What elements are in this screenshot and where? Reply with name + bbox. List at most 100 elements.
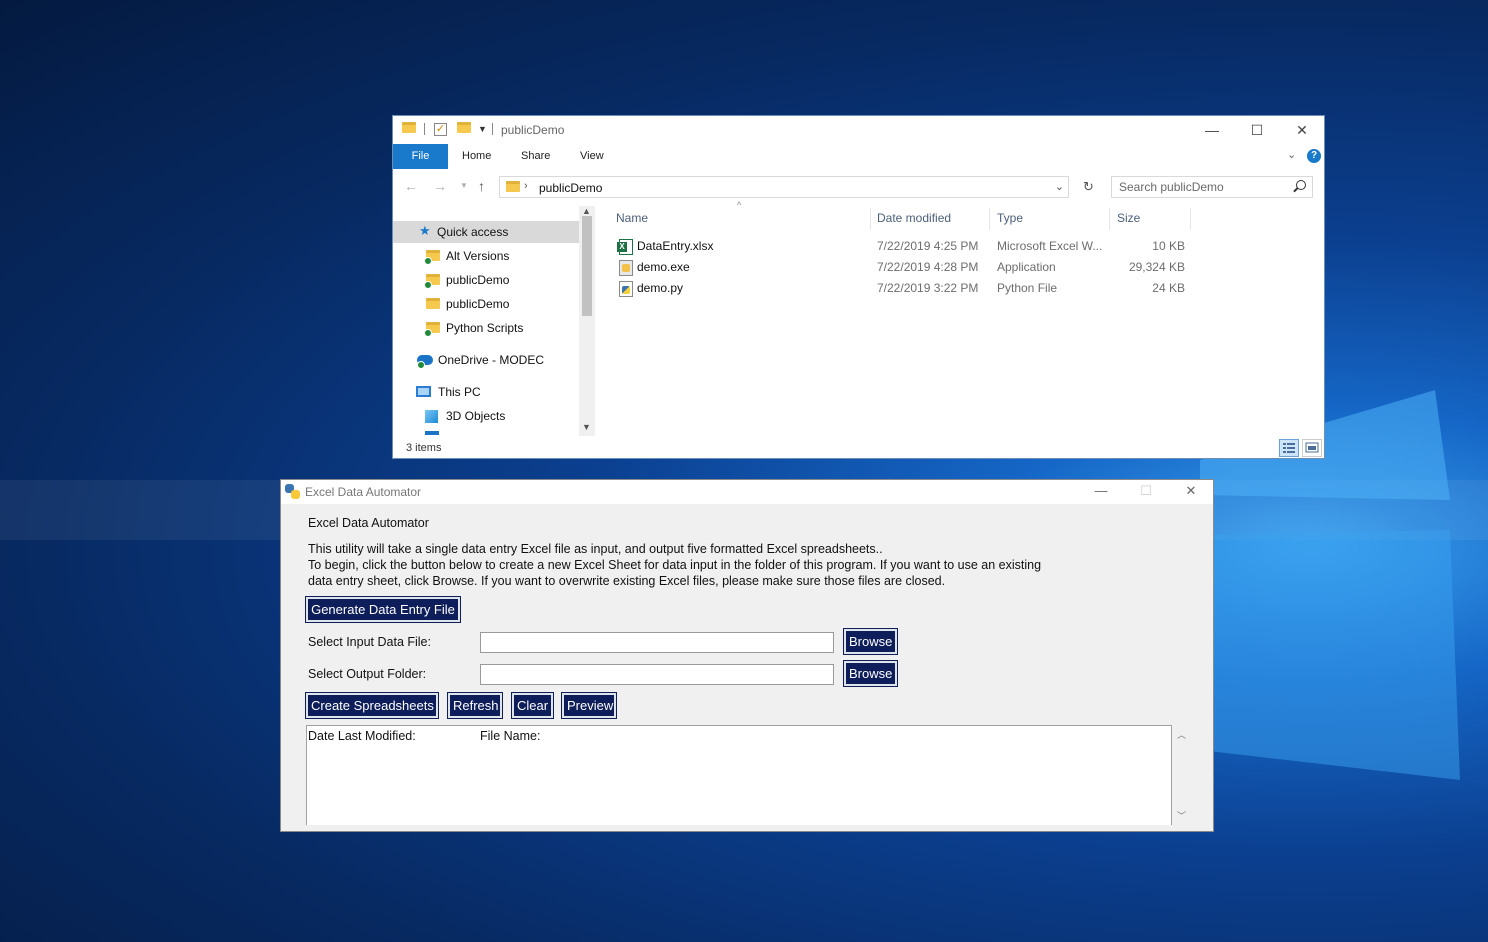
preview-button[interactable]: Preview <box>561 692 617 719</box>
file-explorer-window: ✓ ▼ publicDemo — ☐ ✕ File Home Share Vie… <box>392 115 1325 459</box>
description-line-3: data entry sheet, click Browse. If you w… <box>308 574 946 588</box>
breadcrumb-publicdemo[interactable]: publicDemo <box>539 181 602 195</box>
sidebar-item-quick-access[interactable]: ★ Quick access <box>393 221 579 243</box>
star-icon: ★ <box>419 223 431 238</box>
back-arrow-icon[interactable]: ← <box>404 178 418 194</box>
browse-output-folder-button[interactable]: Browse <box>843 660 898 687</box>
application-icon <box>619 260 633 276</box>
close-button[interactable]: ✕ <box>1168 480 1214 504</box>
tab-share[interactable]: Share <box>521 144 550 169</box>
table-row[interactable]: demo.py 7/22/2019 3:22 PM Python File 24… <box>611 278 1191 298</box>
refresh-button[interactable]: Refresh <box>447 692 503 719</box>
input-file-field[interactable] <box>480 632 834 653</box>
minimize-button[interactable]: — <box>1189 116 1235 144</box>
excel-data-automator-window: Excel Data Automator — ☐ ✕ Excel Data Au… <box>280 479 1214 832</box>
file-size: 10 KB <box>1152 239 1185 253</box>
address-bar[interactable]: › publicDemo ⌄ <box>499 176 1069 198</box>
search-box <box>1111 176 1313 198</box>
properties-checkmark-icon[interactable]: ✓ <box>434 123 447 136</box>
browse-input-file-button[interactable]: Browse <box>843 628 898 655</box>
search-icon[interactable] <box>1296 180 1306 190</box>
scroll-up-arrow-icon[interactable]: ▲ <box>582 206 591 216</box>
customize-toolbar-dropdown-icon[interactable]: ▼ <box>478 124 487 134</box>
navigation-pane: ★ Quick access Alt Versions publicDemo p… <box>393 206 595 436</box>
details-view-icon[interactable] <box>1279 439 1299 457</box>
address-dropdown-icon[interactable]: ⌄ <box>1055 180 1064 193</box>
sidebar-item-publicdemo-2[interactable]: publicDemo <box>393 293 579 315</box>
scrollbar-thumb[interactable] <box>582 216 592 316</box>
tab-view[interactable]: View <box>580 144 604 169</box>
tab-file[interactable]: File <box>393 144 448 169</box>
python-file-icon <box>619 281 633 297</box>
qat-separator <box>492 123 493 135</box>
sync-status-icon <box>417 361 425 369</box>
navigation-scrollbar[interactable]: ▲ ▼ <box>579 206 595 436</box>
sidebar-item-label: OneDrive - MODEC <box>438 353 545 367</box>
column-header-name[interactable]: Name <box>609 208 871 230</box>
help-icon[interactable]: ? <box>1307 149 1321 163</box>
ribbon: File Home Share View ⌄ ? <box>393 144 1324 170</box>
python-logo-icon <box>285 484 300 499</box>
maximize-button[interactable]: ☐ <box>1123 480 1169 504</box>
status-item-count: 3 items <box>406 442 442 454</box>
scroll-up-arrow-icon[interactable]: ︿ <box>1177 728 1186 741</box>
sidebar-item-this-pc[interactable]: This PC <box>393 381 579 403</box>
large-icons-glyph <box>1305 442 1319 453</box>
sync-status-icon <box>424 281 432 289</box>
forward-arrow-icon[interactable]: → <box>433 178 447 194</box>
address-row: ← → ▼ ↑ › publicDemo ⌄ ↻ <box>393 172 1324 202</box>
log-scrollbar[interactable]: ︿ ﹀ <box>1172 725 1190 825</box>
log-header-date: Date Last Modified: <box>308 729 416 743</box>
up-arrow-icon[interactable]: ↑ <box>478 178 485 194</box>
sidebar-item-label: This PC <box>438 385 481 399</box>
scroll-down-arrow-icon[interactable]: ﹀ <box>1177 809 1186 822</box>
file-date-modified: 7/22/2019 3:22 PM <box>877 281 979 295</box>
file-type: Python File <box>997 281 1058 295</box>
tab-home[interactable]: Home <box>462 144 491 169</box>
sidebar-item-python-scripts[interactable]: Python Scripts <box>393 317 579 339</box>
output-folder-label: Select Output Folder: <box>308 667 427 681</box>
qat-separator <box>424 123 425 135</box>
sync-status-icon <box>424 257 432 265</box>
file-log-listbox[interactable]: Date Last Modified: File Name: <box>306 725 1172 825</box>
log-header-file: File Name: <box>480 729 541 743</box>
recent-locations-chevron-icon[interactable]: ▼ <box>460 181 468 190</box>
column-header-size[interactable]: Size <box>1110 208 1191 230</box>
clear-button[interactable]: Clear <box>511 692 554 719</box>
large-icons-view-icon[interactable] <box>1302 439 1322 457</box>
sidebar-item-label: publicDemo <box>446 273 510 287</box>
sidebar-item-label: Python Scripts <box>446 321 524 335</box>
computer-icon <box>416 386 431 397</box>
scroll-down-arrow-icon[interactable]: ▼ <box>582 422 591 432</box>
folder-icon <box>426 298 440 309</box>
file-size: 24 KB <box>1152 281 1185 295</box>
window-title: Excel Data Automator <box>305 485 422 499</box>
create-spreadsheets-button[interactable]: Create Spreadsheets <box>305 692 439 719</box>
search-input[interactable] <box>1113 178 1283 196</box>
new-folder-icon[interactable] <box>457 122 471 133</box>
minimize-button[interactable]: — <box>1078 480 1124 504</box>
sidebar-item-onedrive[interactable]: OneDrive - MODEC <box>393 349 579 371</box>
sidebar-item-label: Alt Versions <box>446 249 510 263</box>
column-header-type[interactable]: Type <box>990 208 1110 230</box>
column-header-date-modified[interactable]: Date modified <box>870 208 990 230</box>
refresh-icon[interactable]: ↻ <box>1083 179 1094 195</box>
excel-icon <box>617 239 633 255</box>
maximize-button[interactable]: ☐ <box>1234 116 1280 144</box>
table-row[interactable]: demo.exe 7/22/2019 4:28 PM Application 2… <box>611 257 1191 277</box>
file-type: Application <box>997 260 1056 274</box>
file-type: Microsoft Excel W... <box>997 239 1103 253</box>
close-button[interactable]: ✕ <box>1279 116 1325 144</box>
cube-icon <box>425 410 438 423</box>
sidebar-item-alt-versions[interactable]: Alt Versions <box>393 245 579 267</box>
table-row[interactable]: DataEntry.xlsx 7/22/2019 4:25 PM Microso… <box>611 236 1191 256</box>
output-folder-field[interactable] <box>480 664 834 685</box>
explorer-titlebar[interactable]: ✓ ▼ publicDemo — ☐ ✕ <box>393 116 1324 144</box>
app-titlebar[interactable]: Excel Data Automator — ☐ ✕ <box>281 480 1213 504</box>
generate-data-entry-file-button[interactable]: Generate Data Entry File <box>305 596 461 623</box>
expand-ribbon-chevron-icon[interactable]: ⌄ <box>1287 148 1296 161</box>
sidebar-item-3d-objects[interactable]: 3D Objects <box>393 405 579 427</box>
breadcrumb-chevron-icon[interactable]: › <box>524 180 528 192</box>
sync-status-icon <box>424 329 432 337</box>
sidebar-item-publicdemo[interactable]: publicDemo <box>393 269 579 291</box>
